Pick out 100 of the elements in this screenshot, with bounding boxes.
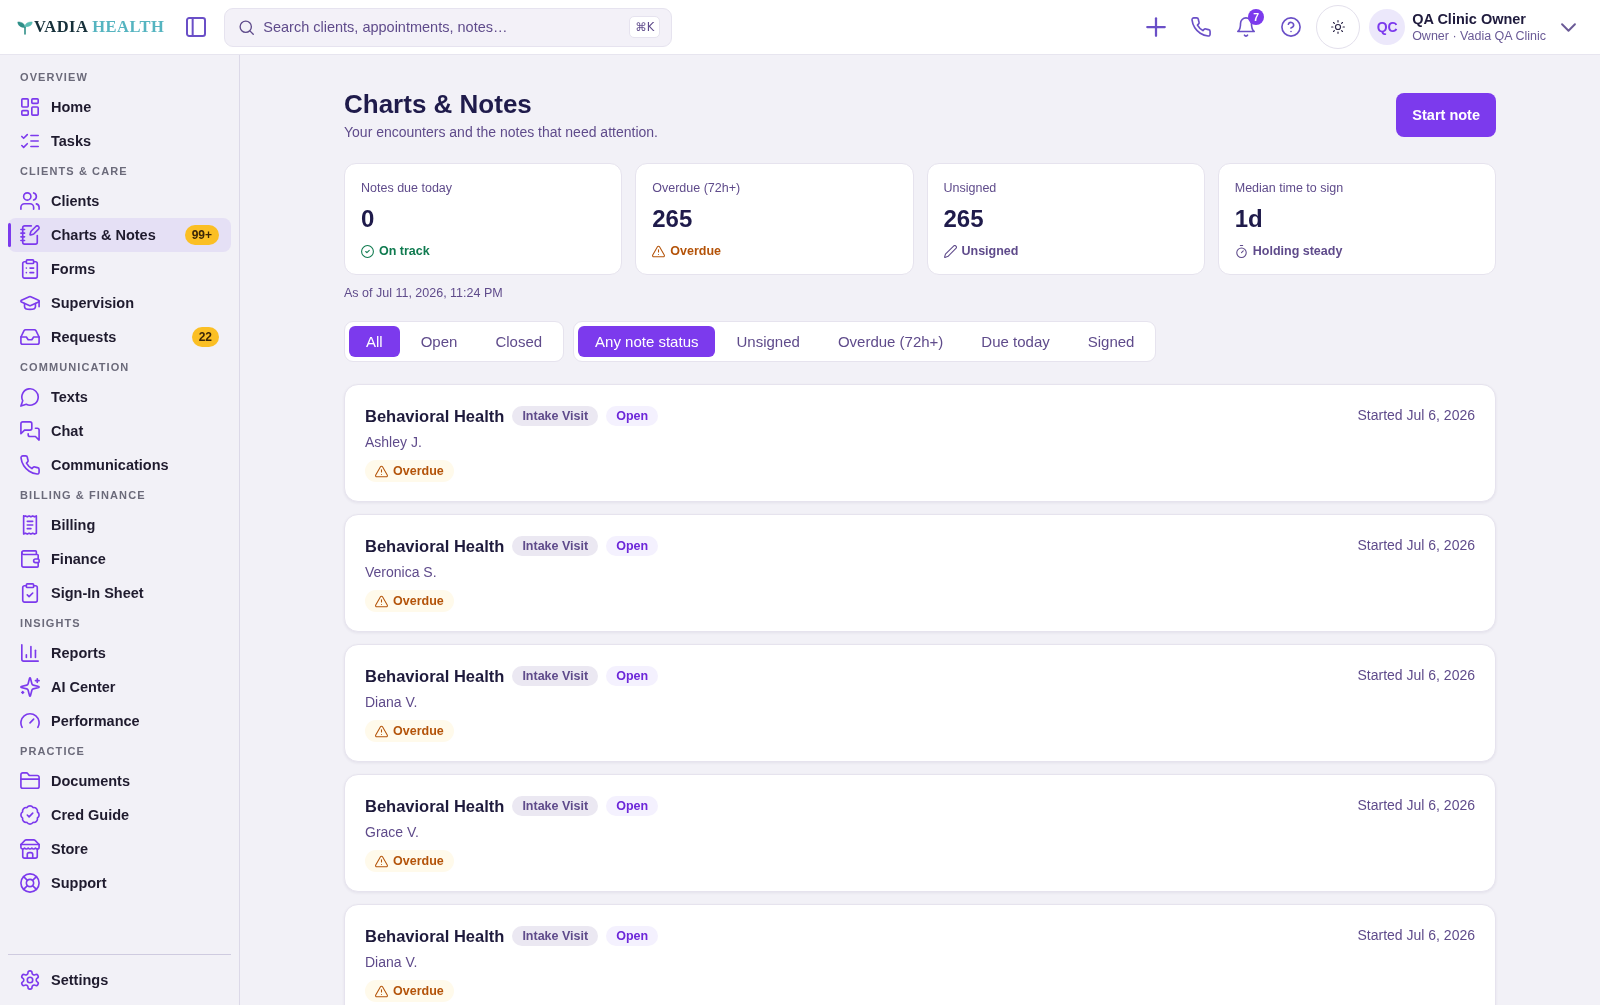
- graduation-cap-icon: [20, 293, 40, 313]
- encounter-title: Behavioral Health: [365, 926, 505, 946]
- start-date: Started Jul 6, 2026: [1357, 666, 1475, 685]
- stat-label: Unsigned: [943, 180, 997, 196]
- filter-tab[interactable]: Any note status: [578, 326, 716, 357]
- sidebar-item[interactable]: Settings: [8, 963, 231, 997]
- filter-tab[interactable]: Closed: [478, 326, 560, 357]
- sprout-icon: [17, 19, 33, 35]
- start-date: Started Jul 6, 2026: [1357, 406, 1475, 425]
- visit-type-tag: Intake Visit: [512, 666, 599, 686]
- people-icon: [20, 191, 40, 211]
- warning-triangle-icon: [375, 594, 388, 608]
- pen-icon: [943, 244, 957, 258]
- sidebar-item[interactable]: Communications: [8, 448, 231, 482]
- stat-label: Overdue (72h+): [652, 180, 741, 196]
- stat-value: 1d: [1234, 204, 1263, 234]
- warning-triangle-icon: [375, 464, 388, 478]
- phone-icon[interactable]: [1191, 17, 1212, 37]
- client-name: Diana V.: [365, 693, 418, 712]
- sidebar-item[interactable]: Cred Guide: [8, 798, 231, 832]
- stat-label: Median time to sign: [1234, 180, 1344, 196]
- sidebar-item[interactable]: Documents: [8, 764, 231, 798]
- user-name: QA Clinic Owner: [1412, 9, 1527, 28]
- sidebar-item[interactable]: AI Center: [8, 670, 231, 704]
- stat-status: Unsigned: [961, 243, 1019, 259]
- filter-tab[interactable]: Open: [403, 326, 475, 357]
- encounter-card[interactable]: Behavioral Health Intake Visit Open Diana V. Overdue Started Jul 6, 2026: [344, 904, 1496, 1005]
- sidebar-item[interactable]: Home: [8, 90, 231, 124]
- sidebar-item[interactable]: Reports: [8, 636, 231, 670]
- avatar[interactable]: QC: [1369, 9, 1406, 45]
- visit-type-tag: Intake Visit: [512, 536, 599, 556]
- encounter-card[interactable]: Behavioral Health Intake Visit Open Diana V. Overdue Started Jul 6, 2026: [344, 644, 1496, 762]
- stat-value: 265: [943, 204, 984, 234]
- sidebar-item[interactable]: Billing: [8, 508, 231, 542]
- lifebuoy-icon: [20, 873, 40, 893]
- sidebar-item[interactable]: Finance: [8, 542, 231, 576]
- encounter-card[interactable]: Behavioral Health Intake Visit Open Ashley J. Overdue Started Jul 6, 2026: [344, 384, 1496, 502]
- start-note-button[interactable]: Start note: [1396, 93, 1496, 137]
- sidebar-item[interactable]: Clients: [8, 184, 231, 218]
- sidebar-toggle-icon[interactable]: [186, 17, 207, 37]
- timer-icon: [1234, 244, 1248, 258]
- filter-tab[interactable]: Overdue (72h+): [820, 326, 961, 357]
- encounter-card[interactable]: Behavioral Health Intake Visit Open Grace V. Overdue Started Jul 6, 2026: [344, 774, 1496, 892]
- chat-bubbles-icon: [20, 421, 40, 441]
- encounter-title: Behavioral Health: [365, 406, 505, 426]
- count-badge: 99+: [184, 225, 219, 245]
- sidebar-item[interactable]: Sign-In Sheet: [8, 576, 231, 610]
- dashboard-grid-icon: [20, 97, 40, 117]
- sidebar-item[interactable]: Store: [8, 832, 231, 866]
- status-tag: Open: [606, 666, 659, 686]
- encounter-title: Behavioral Health: [365, 666, 505, 686]
- status-tag: Open: [606, 406, 659, 426]
- sidebar-item[interactable]: Requests 22: [8, 320, 231, 354]
- check-circle-icon: [361, 244, 374, 258]
- wallet-icon: [20, 549, 40, 569]
- badge-label: Overdue: [393, 464, 444, 478]
- sidebar-item[interactable]: Support: [8, 866, 231, 900]
- page-title: Charts & Notes: [344, 88, 533, 120]
- count-badge: 22: [191, 327, 219, 347]
- user-role: Owner · Vadia QA Clinic: [1412, 27, 1546, 45]
- section-label: COMMUNICATION: [19, 360, 131, 375]
- badge-label: Overdue: [393, 724, 444, 738]
- encounter-card[interactable]: Behavioral Health Intake Visit Open Veronica S. Overdue Started Jul 6, 2026: [344, 514, 1496, 632]
- logo-wordmark: VADIA HEALTH: [34, 17, 165, 37]
- stat-value: 265: [652, 204, 693, 234]
- settings-icon: [20, 970, 40, 990]
- filter-tab[interactable]: Due today: [964, 326, 1067, 357]
- warning-triangle-icon: [375, 984, 388, 998]
- sidebar-item[interactable]: Forms: [8, 252, 231, 286]
- client-name: Veronica S.: [365, 563, 437, 582]
- sidebar-item[interactable]: Charts & Notes 99+: [8, 218, 231, 252]
- client-name: Grace V.: [365, 823, 419, 842]
- checklist-icon: [20, 131, 40, 151]
- sidebar-item[interactable]: Tasks: [8, 124, 231, 158]
- inbox-tray-icon: [20, 327, 40, 347]
- encounter-title: Behavioral Health: [365, 536, 505, 556]
- sidebar-item[interactable]: Supervision: [8, 286, 231, 320]
- encounter-title: Behavioral Health: [365, 796, 505, 816]
- filter-tab[interactable]: Unsigned: [719, 326, 817, 357]
- sidebar-item[interactable]: Chat: [8, 414, 231, 448]
- timestamp: As of Jul 11, 2026, 11:24 PM: [344, 285, 504, 301]
- badge-label: Overdue: [393, 854, 444, 868]
- page-subtitle: Your encounters and the notes that need attention.: [344, 123, 658, 142]
- section-label: PRACTICE: [19, 744, 87, 759]
- speech-bubble-icon: [20, 387, 40, 407]
- stat-status: Holding steady: [1252, 243, 1343, 259]
- filter-tab[interactable]: All: [349, 326, 400, 357]
- sidebar-item[interactable]: Texts: [8, 380, 231, 414]
- status-tag: Open: [606, 536, 659, 556]
- warning-triangle-icon: [375, 724, 388, 738]
- filter-tab[interactable]: Signed: [1070, 326, 1152, 357]
- notebook-pen-icon: [20, 225, 40, 245]
- section-label: OVERVIEW: [19, 70, 89, 85]
- plus-icon[interactable]: [1146, 17, 1167, 37]
- sun-icon: [1331, 20, 1346, 34]
- warning-triangle-icon: [375, 854, 388, 868]
- badge-check-icon: [20, 805, 40, 825]
- sidebar-item[interactable]: Performance: [8, 704, 231, 738]
- help-icon[interactable]: [1281, 17, 1302, 37]
- stat-status: Overdue: [670, 243, 721, 259]
